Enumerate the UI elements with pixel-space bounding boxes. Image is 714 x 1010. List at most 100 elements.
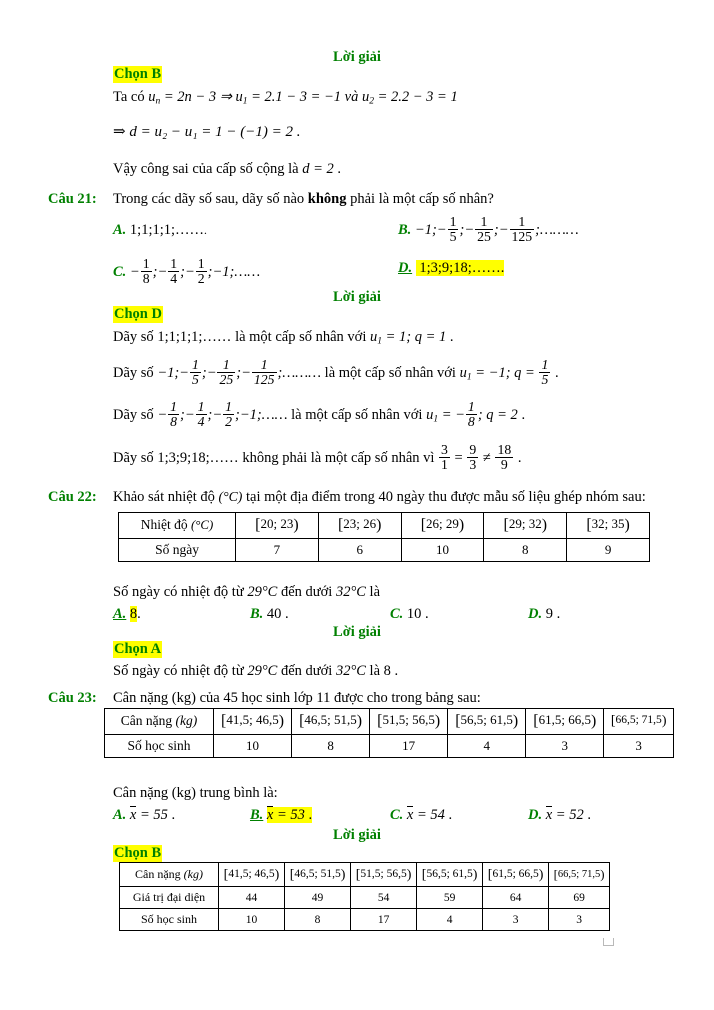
cau23-solution-table: Cân nặng (kg) [41,5; 46,5) [46,5; 51,5) … [119, 862, 610, 931]
chon-b-label-1: Chọn B [113, 845, 163, 862]
cau21-solution-line-2: Dãy số −1;− 1 5 ;− 1 25 ;− 1 125;……… là một cấp … [113, 357, 559, 388]
cau23-count-3: 4 [447, 733, 527, 758]
cau23-interval-4: [61,5; 66,5) [525, 708, 605, 735]
cau20-solution-line-1: Ta có un = 2n − 3 ⇒ u1 = 2.1 − 3 = −1 và… [113, 88, 458, 109]
cau21-sol2-a: Dãy số [113, 365, 158, 382]
cau21-sol2-d: u1 = −1; q = 15 [459, 357, 551, 388]
cau22-option-b-letter: B. [250, 606, 264, 622]
cau20-line3-suffix: . [333, 161, 342, 177]
cau23-sol-row-label-students: Số học sinh [119, 908, 219, 931]
cau23-sol-mid-2: 54 [350, 886, 418, 909]
cau22-option-a-letter: A. [113, 606, 127, 622]
cau23-prompt-b: học sinh lớp 11 được cho trong bảng sau: [237, 690, 481, 706]
cau21-sol1-a: Dãy số [113, 329, 158, 345]
cau22-option-d[interactable]: D. 9 . [528, 606, 560, 623]
cau22-interval-3: [29; 32) [483, 512, 568, 539]
cau21-sol3-a: Dãy số [113, 407, 158, 424]
cau22-question: Số ngày có nhiệt độ từ 29°C đến dưới 32°… [113, 584, 381, 600]
table-row: Số ngày 7 6 10 8 9 [118, 537, 650, 562]
cau23-option-d-text: x = 52 . [545, 806, 591, 823]
cau23-count-5: 3 [603, 733, 674, 758]
cau21-prompt-pre: Trong các dãy số sau, dãy số nào [113, 191, 308, 207]
cau23-table: Cân nặng (kg) [41,5; 46,5) [46,5; 51,5) … [104, 708, 674, 758]
cau23-option-c-letter: C. [390, 807, 404, 823]
cau22-option-b-period: . [281, 606, 289, 622]
cau22-option-c[interactable]: C. 10 . [390, 606, 429, 623]
cau23-interval-5: [66,5; 71,5) [603, 708, 674, 735]
cau20-line1-prefix: Ta có [113, 89, 149, 105]
cau23-question: Cân nặng (kg) trung bình là: [113, 785, 278, 801]
cau21-sol1-b: 1;1;1;1;…… [157, 329, 232, 345]
chon-a-badge: Chọn A [113, 641, 163, 658]
cau20-eq1: = 2n − 3 ⇒ [160, 89, 236, 105]
cau22-option-b-text: 40 [266, 606, 282, 622]
cau21-sol2-seq: −1;− 1 5 ;− 1 25 ;− 1 125;……… [157, 357, 322, 388]
cau21-option-a-letter: A. [113, 222, 127, 238]
cau22-prompt-b: tại một địa điểm trong [242, 489, 379, 505]
cau21-option-d-text: 1;3;9;18;……. [415, 260, 505, 276]
cau21-option-b-letter: B. [398, 222, 412, 239]
chon-b-badge-0: Chọn B [113, 66, 163, 83]
loigiai-heading-0: Lời giải [333, 49, 381, 65]
cau22-interval-0: [20; 23) [235, 512, 319, 539]
table-row: Cân nặng (kg) [41,5; 46,5) [46,5; 51,5) … [119, 862, 610, 887]
cau23-sol-interval-5: [66,5; 71,5) [548, 862, 610, 887]
cau23-prompt-a: Cân nặng (kg) của [113, 690, 224, 706]
table-row: Nhiệt độ (°C) [20; 23) [23; 26) [26; 29)… [118, 512, 650, 539]
cau23-sol-row-label-mid: Giá trị đại diện [119, 886, 219, 909]
cau21-sol3-e: . [517, 407, 526, 424]
cau22-prompt-c: ngày thu được mẫu số liệu ghép nhóm sau: [393, 489, 646, 505]
cau21-solution-line-1: Dãy số 1;1;1;1;…… là một cấp số nhân với… [113, 328, 454, 349]
cau21-option-c[interactable]: C. −1 8 ;− 1 4 ;− 1 2 ;−1;…… [113, 256, 260, 287]
cau21-option-a[interactable]: A. 1;1;1;1;……. [113, 222, 207, 239]
cau20-eq3: = 2.2 − 3 = 1 [373, 89, 458, 105]
cau21-sol3-c: là một cấp số nhân với [287, 407, 427, 424]
cau22-option-c-text: 10 [406, 606, 422, 622]
cau22-prompt: Khảo sát nhiệt độ (°C) tại một địa điểm … [113, 489, 646, 506]
cau23-sol-count-4: 3 [482, 908, 550, 931]
cau21-solution-line-4: Dãy số 1;3;9;18;…… không phải là một cấp… [113, 442, 522, 473]
cau22-option-b[interactable]: B. 40 . [250, 606, 289, 623]
cau23-option-a[interactable]: A. x = 55 . [113, 806, 175, 824]
page-corner-mark [603, 938, 614, 946]
cau21-option-b-text: −1;− 1 5 ;− 1 25 ;− 1 125;……… [414, 214, 579, 245]
cau22-option-a[interactable]: A. 8. [113, 606, 141, 623]
cau21-solution-line-3: Dãy số −1 8 ;− 1 4 ;− 1 2 ;−1;…… là một cấp số n… [113, 399, 526, 430]
cau23-sol-mid-4: 64 [482, 886, 550, 909]
cau23-option-b-letter: B. [250, 807, 264, 823]
cau22-count-1: 6 [317, 537, 402, 562]
cau21-option-d-letter: D. [398, 260, 413, 276]
cau21-sol4-b: 1;3;9;18;…… [157, 450, 239, 467]
document-page: Lời giải Chọn B Ta có un = 2n − 3 ⇒ u1 =… [0, 0, 714, 1010]
cau20-eq2: = 2.1 − 3 = −1 và [247, 89, 362, 105]
chon-b-badge-1: Chọn B [113, 845, 163, 862]
chon-a-label: Chọn A [113, 641, 163, 658]
cau22-prompt-a: Khảo sát nhiệt độ [113, 489, 219, 505]
cau23-sol-row-label-weight: Cân nặng (kg) [119, 862, 219, 887]
cau23-option-a-letter: A. [113, 807, 127, 823]
cau21-option-b[interactable]: B. −1;− 1 5 ;− 1 25 ;− 1 125;……… [398, 214, 579, 245]
cau23-sol-count-0: 10 [217, 908, 286, 931]
cau23-sol-count-3: 4 [416, 908, 484, 931]
cau23-sol-interval-2: [51,5; 56,5) [350, 862, 418, 887]
cau22-interval-4: [32; 35) [566, 512, 650, 539]
cau20-line3-prefix: Vậy công sai của cấp số cộng là [113, 161, 303, 177]
cau23-sol-interval-1: [46,5; 51,5) [284, 862, 352, 887]
cau23-option-c[interactable]: C. x = 54 . [390, 806, 452, 824]
cau23-sol-mid-0: 44 [217, 886, 286, 909]
cau23-table-row-label-students: Số học sinh [104, 733, 214, 758]
loigiai-heading-2: Lời giải [333, 624, 381, 640]
cau20-u1: u [235, 89, 243, 105]
cau23-count-1: 8 [291, 733, 371, 758]
cau22-interval-2: [26; 29) [400, 512, 485, 539]
cau23-sol-mid-3: 59 [416, 886, 484, 909]
chon-d-label: Chọn D [113, 306, 163, 323]
cau23-option-b[interactable]: B. x = 53 . [250, 806, 313, 824]
cau23-option-d[interactable]: D. x = 52 . [528, 806, 591, 824]
cau22-count-0: 7 [235, 537, 319, 562]
cau21-sol4-e: . [514, 450, 522, 467]
cau20-solution-line-3: Vậy công sai của cấp số cộng là d = 2 . [113, 160, 341, 180]
cau21-option-d[interactable]: D. 1;3;9;18;……. [398, 260, 505, 277]
cau21-sol3-seq: −1 8 ;− 1 4 ;− 1 2 ;−1;…… [157, 399, 288, 430]
cau23-interval-1: [46,5; 51,5) [291, 708, 371, 735]
